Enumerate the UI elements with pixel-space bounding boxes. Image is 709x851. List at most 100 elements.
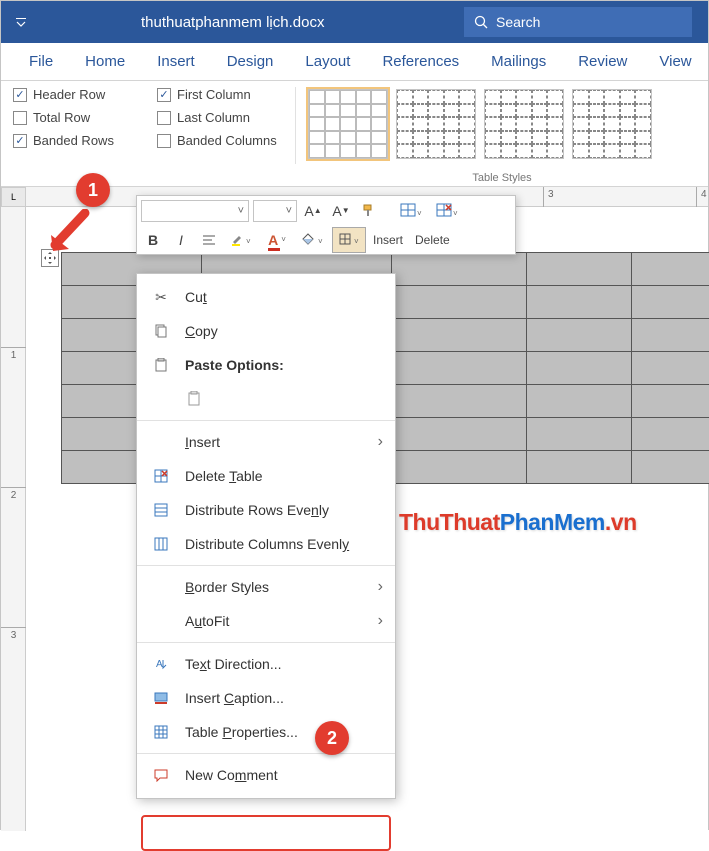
banded-rows-checkbox[interactable]: Banded Rows [13,133,133,148]
cut-icon: ✂ [151,289,171,306]
ctx-insert[interactable]: Insert [137,425,395,459]
vertical-ruler[interactable]: 1 2 3 [1,207,26,831]
ctx-dist-rows-label: Distribute Rows Evenly [185,502,329,518]
comment-icon [151,768,171,782]
italic-icon[interactable]: I [169,228,193,252]
insert-label: Insert [369,233,407,247]
watermark-part2: PhanMem [500,509,605,535]
ruler-mark: 2 [1,487,26,501]
callout-badge-2: 2 [315,721,349,755]
table-style-plain-1[interactable] [396,89,476,159]
shrink-font-icon[interactable]: A▼ [329,199,353,223]
ctx-copy[interactable]: Copy [137,314,395,348]
delete-cells-button[interactable]: ˅ [431,199,463,223]
total-row-checkbox[interactable]: Total Row [13,110,133,125]
first-column-checkbox[interactable]: First Column [157,87,283,102]
watermark-part3: .vn [605,509,637,535]
document-title: thuthuatphanmem lịch.docx [141,14,324,31]
tab-view[interactable]: View [643,45,707,80]
banded-columns-checkbox[interactable]: Banded Columns [157,133,283,148]
ctx-border-styles[interactable]: Border Styles [137,570,395,604]
header-row-checkbox[interactable]: Header Row [13,87,133,102]
highlight-icon[interactable]: ˅ [225,228,257,252]
tab-layout[interactable]: Layout [289,45,366,80]
ctx-dist-rows[interactable]: Distribute Rows Evenly [137,493,395,527]
ruler-mark: 1 [1,347,26,361]
dist-rows-icon [151,503,171,517]
ctx-border-styles-label: Border Styles [185,579,269,595]
last-column-checkbox[interactable]: Last Column [157,110,283,125]
ctx-dist-cols[interactable]: Distribute Columns Evenly [137,527,395,561]
ctx-autofit[interactable]: AutoFit [137,604,395,638]
watermark-part1: ThuThuat [399,509,500,535]
clipboard-icon [185,391,205,407]
ctx-dist-cols-label: Distribute Columns Evenly [185,536,349,552]
ctx-paste-options: Paste Options: [137,348,395,382]
ruler-mark: 4 [696,187,707,207]
qat-customize-button[interactable] [1,1,41,43]
svg-text:˅: ˅ [453,209,458,218]
font-name-combo[interactable]: ˅ [141,200,249,222]
total-row-label: Total Row [33,110,90,125]
svg-text:˅: ˅ [417,209,422,218]
ctx-delete-table[interactable]: Delete Table [137,459,395,493]
table-style-grid[interactable] [308,89,388,159]
font-size-combo[interactable]: ˅ [253,200,297,222]
dist-cols-icon [151,537,171,551]
delete-table-icon [151,469,171,483]
banded-rows-label: Banded Rows [33,133,114,148]
paste-icon [151,358,171,372]
ctx-text-direction-label: Text Direction... [185,656,282,672]
format-painter-icon[interactable] [357,199,381,223]
ctx-separator [137,642,395,643]
tab-design[interactable]: Design [211,45,290,80]
ctx-separator [137,753,395,754]
table-styles-group: Table Styles [296,81,708,186]
search-placeholder: Search [496,14,540,30]
ctx-separator [137,420,395,421]
tab-file[interactable]: File [13,45,69,80]
shading-icon[interactable]: ˅ [297,228,329,252]
copy-icon [151,324,171,338]
tab-insert[interactable]: Insert [141,45,211,80]
tab-review[interactable]: Review [562,45,643,80]
table-context-menu: ✂ Cut Copy Paste Options: Insert Delete … [136,273,396,799]
ctx-new-comment[interactable]: New Comment [137,758,395,792]
ctx-new-comment-label: New Comment [185,767,278,783]
svg-text:˅: ˅ [246,237,251,246]
ctx-paste-options-label: Paste Options: [185,357,284,373]
align-icon[interactable] [197,228,221,252]
watermark-text: ThuThuatPhanMem.vn [399,509,637,536]
mini-toolbar: ˅ ˅ A▲ A▼ ˅ ˅ B I ˅ A [136,195,516,255]
ctx-text-direction[interactable]: A Text Direction... [137,647,395,681]
ruler-corner[interactable]: L [1,187,26,207]
ribbon-tabs: File Home Insert Design Layout Reference… [1,43,708,81]
header-row-label: Header Row [33,87,105,102]
ctx-paste-option-1[interactable] [137,382,395,416]
search-box[interactable]: Search [464,7,692,37]
ctx-insert-caption-label: Insert Caption... [185,690,284,706]
ctx-insert-caption[interactable]: Insert Caption... [137,681,395,715]
ruler-mark: 3 [1,627,26,641]
insert-cells-button[interactable]: ˅ [395,199,427,223]
table-style-options-group-2: First Column Last Column Banded Columns [145,81,295,186]
bold-icon[interactable]: B [141,228,165,252]
table-style-plain-3[interactable] [572,89,652,159]
tab-mailings[interactable]: Mailings [475,45,562,80]
ctx-table-properties[interactable]: Table Properties... [137,715,395,749]
tab-home[interactable]: Home [69,45,141,80]
ctx-insert-label: Insert [185,434,220,450]
table-styles-label: Table Styles [296,172,708,184]
grow-font-icon[interactable]: A▲ [301,199,325,223]
last-column-label: Last Column [177,110,250,125]
table-style-plain-2[interactable] [484,89,564,159]
first-column-label: First Column [177,87,251,102]
borders-icon[interactable]: ˅ [333,228,365,252]
font-color-icon[interactable]: A ˅ [261,228,293,252]
ctx-copy-label: Copy [185,323,218,339]
banded-columns-label: Banded Columns [177,133,277,148]
tab-references[interactable]: References [366,45,475,80]
ctx-cut[interactable]: ✂ Cut [137,280,395,314]
ctx-autofit-label: AutoFit [185,613,229,629]
svg-text:˅: ˅ [318,237,323,246]
